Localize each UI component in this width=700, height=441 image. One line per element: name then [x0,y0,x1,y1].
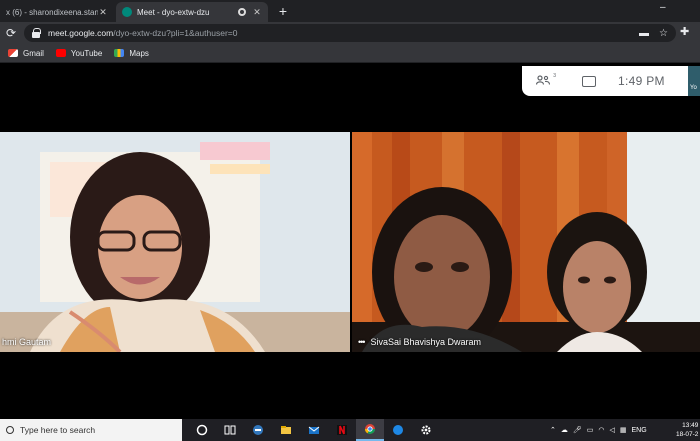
meet-favicon-icon [122,7,132,17]
tab-strip: x (6) - sharondixeena.stanley ✕ Meet - d… [0,0,700,22]
video-tile-student[interactable]: ••• SivaSai Bhavishya Dwaram [352,132,700,352]
star-icon[interactable]: ☆ [659,28,668,39]
close-icon[interactable]: ✕ [98,7,108,18]
bookmark-label: YouTube [70,48,103,58]
bookmark-label: Maps [129,48,149,58]
taskbar-search[interactable]: Type here to search [0,419,182,441]
omnibox-actions: ▬ ☆ [639,28,668,39]
tab-gmail[interactable]: x (6) - sharondixeena.stanley ✕ [0,2,114,22]
chat-icon[interactable] [582,75,596,87]
gmail-icon [8,49,18,57]
teacher-video-frame [0,132,350,352]
url-text[interactable]: meet.google.com/dyo-extw-dzu?pli=1&authu… [48,28,237,38]
system-tray: ⌃ ☁ 🎤︎ ▭ ◠ ◁ ▦ ENG [550,419,647,441]
minimize-button[interactable]: – [660,2,674,13]
self-view-label: Yo [690,85,697,91]
more-options-icon[interactable]: ••• [358,337,366,347]
taskbar-clock[interactable]: 13:49 18-07-2 [676,421,698,439]
file-explorer-icon[interactable] [272,419,300,441]
cloud-icon[interactable]: ☁ [561,426,568,434]
recording-icon [238,8,246,16]
meet-info-bar: 3 1:49 PM [522,66,688,96]
task-view-icon[interactable] [216,419,244,441]
volume-icon[interactable]: ◁ [610,426,615,434]
windows-taskbar: Type here to search ⌃ ☁ 🎤︎ ▭ ◠ ◁ ▦ ENG 1… [0,419,700,441]
settings-icon[interactable] [412,419,440,441]
bookmark-youtube[interactable]: YouTube [55,48,103,58]
participants-button[interactable]: 3 [535,73,556,88]
tab-label: x (6) - sharondixeena.stanley [6,7,98,17]
search-placeholder: Type here to search [20,425,96,435]
video-tile-teacher[interactable]: hmi Gautam [0,132,350,352]
extensions-icon[interactable]: ✚ [680,25,689,38]
camera-icon[interactable]: ▬ [639,28,649,39]
lock-icon[interactable] [32,28,41,38]
self-view-tile[interactable] [688,66,700,96]
chrome-icon[interactable] [356,419,384,441]
address-bar-row: ⟳ meet.google.com/dyo-extw-dzu?pli=1&aut… [0,22,700,44]
close-icon[interactable]: ✕ [252,7,262,18]
clock-time: 13:49 [682,422,699,429]
participant-name: SivaSai Bhavishya Dwaram [370,337,481,347]
youtube-icon [55,49,66,57]
battery-icon[interactable]: ▭ [587,426,594,434]
people-icon [535,74,551,85]
taskbar-pinned-apps [188,419,440,441]
participant-count: 3 [553,72,556,79]
maps-icon [114,49,125,57]
microphone-icon[interactable]: 🎤︎ [573,426,582,434]
bookmark-maps[interactable]: Maps [114,49,149,58]
chevron-up-icon[interactable]: ⌃ [550,426,556,434]
netflix-icon[interactable] [328,419,356,441]
clock-date: 18-07-2 [676,431,699,438]
bookmark-label: Gmail [23,48,44,58]
edge-icon[interactable] [244,419,272,441]
reload-icon[interactable]: ⟳ [6,25,20,41]
meeting-clock: 1:49 PM [618,74,665,88]
mail-icon[interactable] [300,419,328,441]
keyboard-icon[interactable]: ▦ [620,426,627,434]
tab-label: Meet - dyo-extw-dzu [137,7,210,17]
bookmarks-bar: Gmail YouTube Maps [0,44,700,63]
screen: x (6) - sharondixeena.stanley ✕ Meet - d… [0,0,700,441]
language-indicator[interactable]: ENG [632,427,647,434]
student-video-frame [352,132,700,352]
participant-name-row: ••• SivaSai Bhavishya Dwaram [358,337,481,347]
cortana-icon[interactable] [188,419,216,441]
new-tab-button[interactable]: + [275,2,291,20]
app-compass-icon[interactable] [384,419,412,441]
omnibox[interactable]: meet.google.com/dyo-extw-dzu?pli=1&authu… [24,24,676,42]
wifi-icon[interactable]: ◠ [598,426,604,434]
search-icon [6,426,14,434]
participant-name: hmi Gautam [2,337,52,347]
tab-meet[interactable]: Meet - dyo-extw-dzu ✕ [116,2,268,22]
bookmark-gmail[interactable]: Gmail [8,49,44,58]
